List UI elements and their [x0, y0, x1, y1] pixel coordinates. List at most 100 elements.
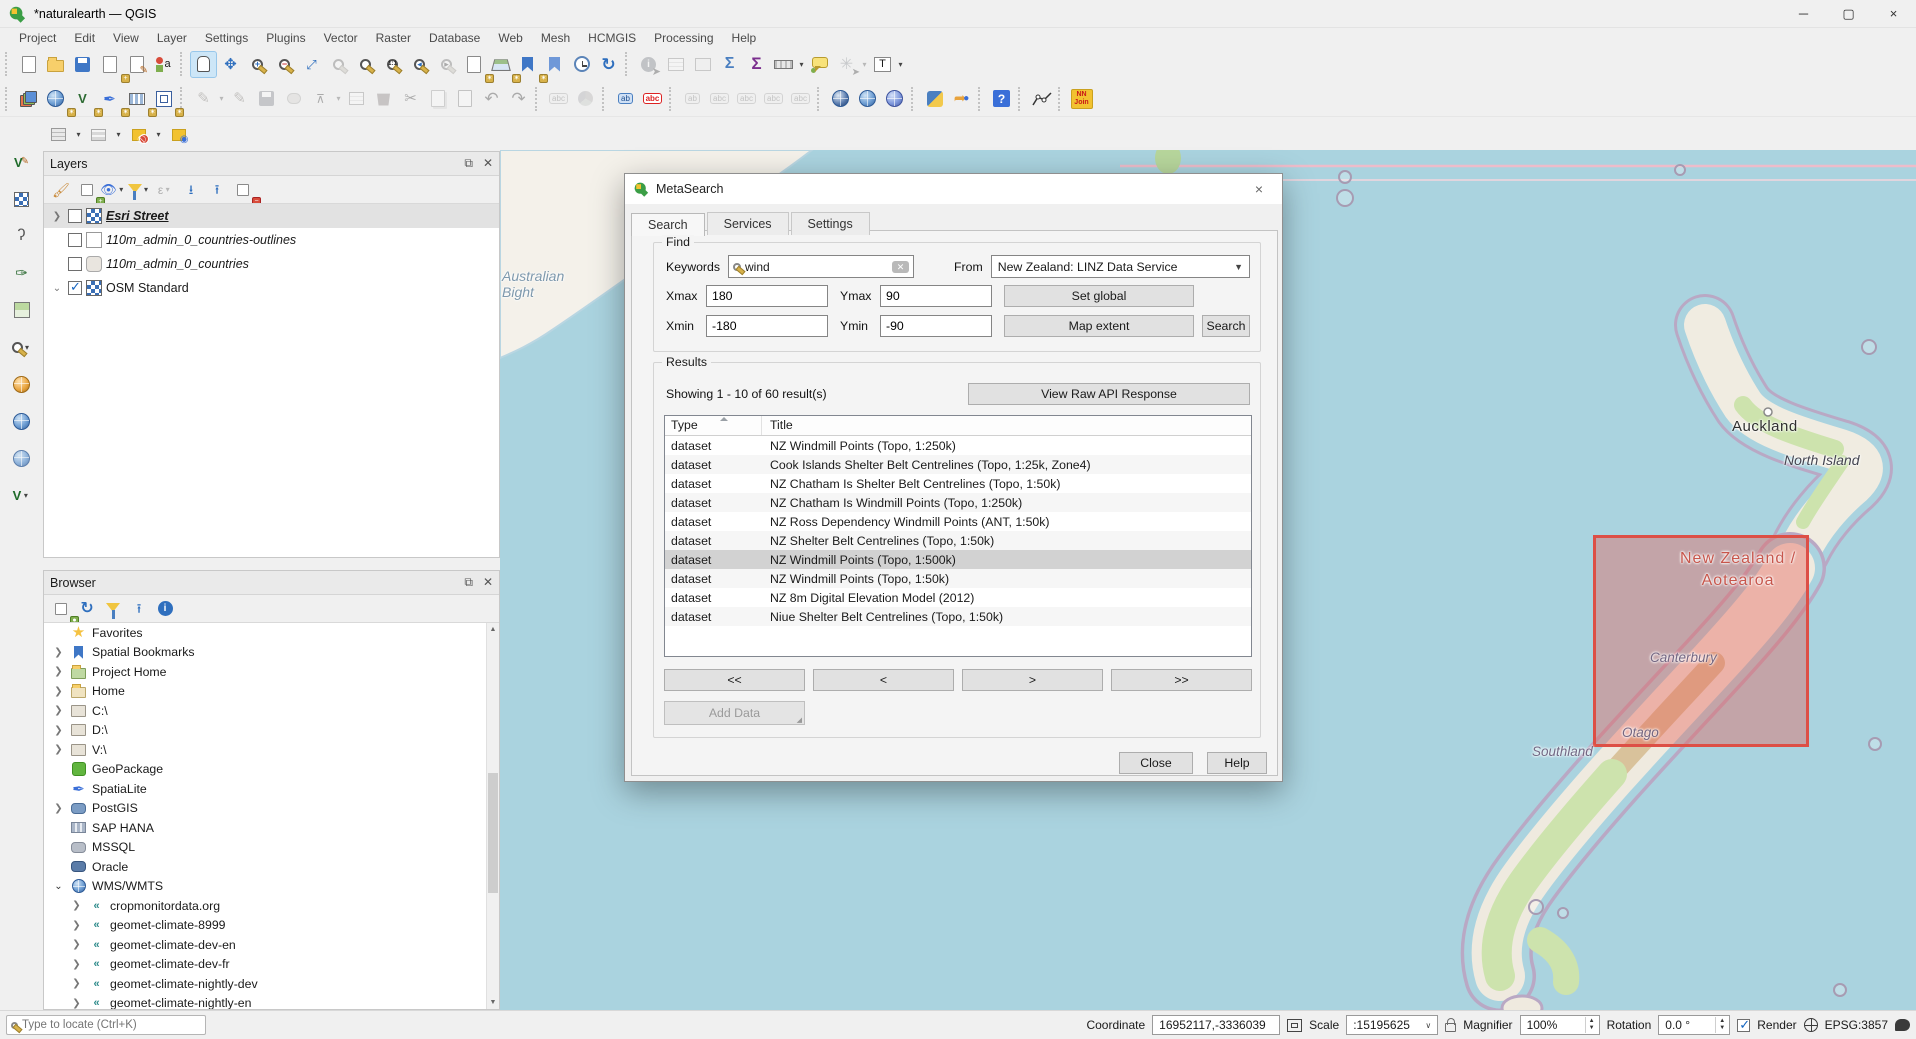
current-edits-dropdown[interactable]: ▾ — [217, 94, 226, 103]
zoom-in-button[interactable]: + — [244, 51, 271, 78]
browser-item-connection[interactable]: ❯«geomet-climate-dev-fr — [44, 955, 499, 975]
toolbar-grip[interactable] — [5, 87, 11, 111]
scroll-down-icon[interactable]: ▼ — [487, 996, 499, 1009]
measure-button[interactable] — [770, 51, 797, 78]
polygon-grid-icon[interactable] — [7, 296, 37, 324]
paste-features-button[interactable] — [451, 85, 478, 112]
magnifier-spinbox[interactable]: 100%▲▼ — [1520, 1015, 1600, 1035]
keywords-input[interactable]: wind ✕ — [728, 255, 914, 278]
browser-item-favorites[interactable]: ★Favorites — [44, 623, 499, 643]
browser-item-postgis[interactable]: ❯PostGIS — [44, 799, 499, 819]
result-row[interactable]: datasetNZ Windmill Points (Topo, 1:250k) — [665, 436, 1251, 455]
style-manager-button[interactable]: a — [150, 51, 177, 78]
digitize-button[interactable] — [280, 85, 307, 112]
zoom-last-button[interactable]: ◂ — [406, 51, 433, 78]
rotation-spinbox[interactable]: 0.0 °▲▼ — [1658, 1015, 1730, 1035]
delete-selected-button[interactable] — [370, 85, 397, 112]
locate-box[interactable] — [6, 1015, 206, 1035]
coordinate-input[interactable]: 16952117,-3336039 — [1152, 1015, 1280, 1035]
next-page-button[interactable]: > — [962, 669, 1103, 691]
layer-row-countries[interactable]: 110m_admin_0_countries — [44, 252, 499, 276]
browser-item-connection[interactable]: ❯«geomet-climate-dev-en — [44, 935, 499, 955]
manage-visibility-icon[interactable]: 👁▾ — [102, 179, 124, 201]
save-project-button[interactable] — [69, 51, 96, 78]
vertex-dropdown[interactable]: ▾ — [334, 94, 343, 103]
dialog-titlebar[interactable]: MetaSearch × — [625, 174, 1282, 204]
browser-item-connection[interactable]: ❯«geomet-climate-nightly-dev — [44, 974, 499, 994]
new-project-button[interactable] — [15, 51, 42, 78]
layer-checkbox[interactable] — [68, 257, 82, 271]
close-panel-icon[interactable]: ✕ — [483, 575, 493, 590]
globe-pointer-icon[interactable] — [7, 444, 37, 472]
crs-value[interactable]: EPSG:3857 — [1825, 1018, 1888, 1032]
layer-label[interactable]: 110m_admin_0_countries-outlines — [106, 233, 296, 247]
add-feature-icon[interactable]: V✎ — [7, 148, 37, 176]
highlight-pinned-labels-button[interactable]: abc — [639, 85, 666, 112]
menu-mesh[interactable]: Mesh — [532, 28, 579, 47]
pin-labels-button[interactable]: ab — [612, 85, 639, 112]
result-row[interactable]: datasetNZ Chatham Is Windmill Points (To… — [665, 493, 1251, 512]
float-panel-icon[interactable]: ⧉ — [464, 575, 473, 590]
browser-item-geopackage[interactable]: GeoPackage — [44, 760, 499, 780]
render-checkbox[interactable] — [1737, 1019, 1750, 1032]
new-spatial-bookmark-button[interactable]: ✶ — [514, 51, 541, 78]
browser-item-connection[interactable]: ❯«cropmonitordata.org — [44, 896, 499, 916]
menu-raster[interactable]: Raster — [367, 28, 420, 47]
zoom-native-button[interactable]: 1:1 — [379, 51, 406, 78]
layer-row-osm-standard[interactable]: ⌄ OSM Standard — [44, 276, 499, 300]
layer-checkbox[interactable] — [68, 233, 82, 247]
browser-item-connection[interactable]: ❯«geomet-climate-nightly-en — [44, 994, 499, 1010]
toolbar-grip[interactable] — [602, 87, 608, 111]
layer-diagram-button[interactable] — [572, 85, 599, 112]
float-panel-icon[interactable]: ⧉ — [464, 156, 473, 171]
clear-keywords-icon[interactable]: ✕ — [892, 261, 909, 273]
styling-brush-icon[interactable]: 🖌 — [50, 179, 72, 201]
zoom-next-button[interactable]: ▸ — [433, 51, 460, 78]
minimize-button[interactable]: ─ — [1781, 0, 1826, 27]
result-row-selected[interactable]: datasetNZ Windmill Points (Topo, 1:500k) — [665, 550, 1251, 569]
vector-menu-icon[interactable]: V▾ — [7, 481, 37, 509]
from-combobox[interactable]: New Zealand: LINZ Data Service ▼ — [991, 255, 1250, 278]
browser-item-spatial-bookmarks[interactable]: ❯Spatial Bookmarks — [44, 643, 499, 663]
result-row[interactable]: datasetNiue Shelter Belt Centrelines (To… — [665, 607, 1251, 626]
wfs-client-button[interactable] — [881, 85, 908, 112]
collapse-browser-icon[interactable]: ⭱ — [128, 598, 150, 620]
extents-icon[interactable] — [1287, 1019, 1302, 1032]
toolbar-grip[interactable] — [978, 87, 984, 111]
refresh-browser-icon[interactable]: ↻ — [76, 598, 98, 620]
xmax-input[interactable] — [706, 285, 828, 307]
column-type[interactable]: Type — [665, 416, 762, 435]
raster-calc-icon[interactable] — [7, 185, 37, 213]
toolbar-grip[interactable] — [625, 52, 631, 76]
vertex-tool-button[interactable]: ⊼ — [307, 85, 334, 112]
measure-dropdown[interactable]: ▾ — [797, 60, 806, 69]
close-panel-icon[interactable]: ✕ — [483, 156, 493, 171]
browser-item-home[interactable]: ❯Home — [44, 682, 499, 702]
first-page-button[interactable]: << — [664, 669, 805, 691]
add-mssql-layer-button[interactable]: ✶ — [123, 85, 150, 112]
move-label-button[interactable]: ab — [679, 85, 706, 112]
menu-help[interactable]: Help — [723, 28, 766, 47]
crs-globe-icon[interactable] — [1804, 1018, 1818, 1032]
toolbar-grip[interactable] — [180, 87, 186, 111]
menu-processing[interactable]: Processing — [645, 28, 722, 47]
browser-item-drive-d[interactable]: ❯D:\ — [44, 721, 499, 741]
layer-row-esri-street[interactable]: ❯ Esri Street — [44, 204, 499, 228]
browser-item-project-home[interactable]: ❯Project Home — [44, 662, 499, 682]
menu-plugins[interactable]: Plugins — [257, 28, 314, 47]
dialog-close-icon[interactable]: × — [1244, 181, 1274, 197]
grid-options-icon[interactable] — [45, 121, 72, 148]
add-wcs-layer-button[interactable]: ✶ — [150, 85, 177, 112]
maximize-button[interactable]: ▢ — [1826, 0, 1871, 27]
layer-label[interactable]: Esri Street — [106, 209, 169, 223]
metasearch-button[interactable] — [827, 85, 854, 112]
add-vector-layer-button[interactable]: V✶ — [69, 85, 96, 112]
add-selected-layers-icon[interactable]: ● — [50, 598, 72, 620]
new-map-view-button[interactable]: ✶ — [460, 51, 487, 78]
topology-checker-button[interactable] — [1028, 85, 1055, 112]
nn-join-button[interactable]: NNJoin — [1068, 85, 1095, 112]
result-row[interactable]: datasetNZ Chatham Is Shelter Belt Centre… — [665, 474, 1251, 493]
browser-item-oracle[interactable]: Oracle — [44, 857, 499, 877]
statistical-summary-button[interactable] — [689, 51, 716, 78]
pin-overlay-icon[interactable]: ◉ — [165, 121, 192, 148]
